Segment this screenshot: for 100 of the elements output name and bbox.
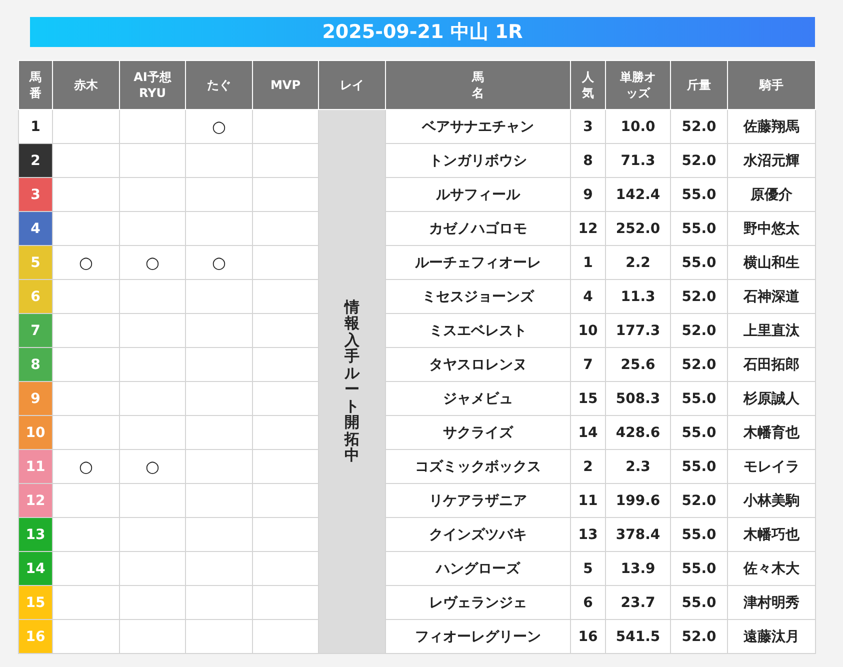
prediction-mark: ○ [120, 246, 186, 280]
popularity: 6 [570, 586, 606, 620]
popularity: 16 [570, 620, 606, 654]
weight: 52.0 [670, 314, 728, 348]
weight: 52.0 [670, 348, 728, 382]
column-header: AI予想 RYU [120, 60, 186, 110]
column-header: 斤量 [670, 60, 728, 110]
column-header: 騎手 [728, 60, 816, 110]
horse-name: フィオーレグリーン [386, 620, 570, 654]
post-number: 6 [18, 280, 52, 314]
popularity: 5 [570, 552, 606, 586]
horse-name: サクライズ [386, 416, 570, 450]
jockey: 上里直汰 [728, 314, 816, 348]
horse-name: ジャメビュ [386, 382, 570, 416]
weight: 55.0 [670, 246, 728, 280]
popularity: 11 [570, 484, 606, 518]
post-number: 10 [18, 416, 52, 450]
odds: 252.0 [606, 212, 670, 246]
weight: 55.0 [670, 212, 728, 246]
column-header: 赤木 [52, 60, 120, 110]
jockey: 遠藤汰月 [728, 620, 816, 654]
weight: 55.0 [670, 450, 728, 484]
odds: 23.7 [606, 586, 670, 620]
prediction-mark: ○ [186, 246, 252, 280]
popularity: 4 [570, 280, 606, 314]
horse-name: クインズツバキ [386, 518, 570, 552]
post-number: 11 [18, 450, 52, 484]
horse-name: ミセスジョーンズ [386, 280, 570, 314]
jockey: 石神深道 [728, 280, 816, 314]
popularity: 8 [570, 144, 606, 178]
odds: 177.3 [606, 314, 670, 348]
weight: 52.0 [670, 620, 728, 654]
odds: 2.3 [606, 450, 670, 484]
jockey: 横山和生 [728, 246, 816, 280]
column-header: 単勝オッズ [620, 68, 656, 102]
post-number: 3 [18, 178, 52, 212]
jockey: 佐々木大 [728, 552, 816, 586]
popularity: 15 [570, 382, 606, 416]
weight: 55.0 [670, 518, 728, 552]
popularity: 12 [570, 212, 606, 246]
popularity: 9 [570, 178, 606, 212]
popularity: 1 [570, 246, 606, 280]
race-title: 2025-09-21 中山 1R [30, 17, 815, 47]
horse-name: レヴェランジェ [386, 586, 570, 620]
post-number: 8 [18, 348, 52, 382]
weight: 55.0 [670, 552, 728, 586]
jockey: 木幡育也 [728, 416, 816, 450]
weight: 52.0 [670, 280, 728, 314]
prediction-mark: ○ [52, 450, 120, 484]
horse-name: ルーチェフィオーレ [386, 246, 570, 280]
odds: 71.3 [606, 144, 670, 178]
weight: 55.0 [670, 586, 728, 620]
rei-note: 情報入手ルート開拓中 [344, 298, 360, 464]
jockey: 野中悠太 [728, 212, 816, 246]
jockey: 原優介 [728, 178, 816, 212]
horse-name: リケアラザニア [386, 484, 570, 518]
post-number: 2 [18, 144, 52, 178]
popularity: 10 [570, 314, 606, 348]
popularity: 13 [570, 518, 606, 552]
weight: 55.0 [670, 178, 728, 212]
odds: 13.9 [606, 552, 670, 586]
jockey: 佐藤翔馬 [728, 110, 816, 144]
odds: 199.6 [606, 484, 670, 518]
popularity: 7 [570, 348, 606, 382]
post-number: 12 [18, 484, 52, 518]
horse-name: ミスエベレスト [386, 314, 570, 348]
odds: 541.5 [606, 620, 670, 654]
column-header: 馬番 [30, 68, 42, 102]
weight: 52.0 [670, 144, 728, 178]
horse-name: ハングローズ [386, 552, 570, 586]
column-header: 人気 [582, 68, 594, 102]
odds: 2.2 [606, 246, 670, 280]
horse-name: トンガリボウシ [386, 144, 570, 178]
post-number: 4 [18, 212, 52, 246]
jockey: 木幡巧也 [728, 518, 816, 552]
odds: 11.3 [606, 280, 670, 314]
weight: 55.0 [670, 382, 728, 416]
post-number: 16 [18, 620, 52, 654]
odds: 378.4 [606, 518, 670, 552]
odds: 25.6 [606, 348, 670, 382]
odds: 142.4 [606, 178, 670, 212]
prediction-mark: ○ [186, 110, 252, 144]
popularity: 2 [570, 450, 606, 484]
column-header: たぐ [186, 60, 252, 110]
jockey: 津村明秀 [728, 586, 816, 620]
weight: 52.0 [670, 110, 728, 144]
jockey: 杉原誠人 [728, 382, 816, 416]
jockey: 水沼元輝 [728, 144, 816, 178]
odds: 10.0 [606, 110, 670, 144]
post-number: 1 [18, 110, 52, 144]
horse-name: タヤスロレンヌ [386, 348, 570, 382]
odds: 508.3 [606, 382, 670, 416]
horse-name: ベアサナエチャン [386, 110, 570, 144]
column-header: 馬名 [472, 68, 484, 102]
horse-name: ルサフィール [386, 178, 570, 212]
popularity: 3 [570, 110, 606, 144]
column-header: MVP [252, 60, 318, 110]
jockey: 石田拓郎 [728, 348, 816, 382]
post-number: 14 [18, 552, 52, 586]
popularity: 14 [570, 416, 606, 450]
